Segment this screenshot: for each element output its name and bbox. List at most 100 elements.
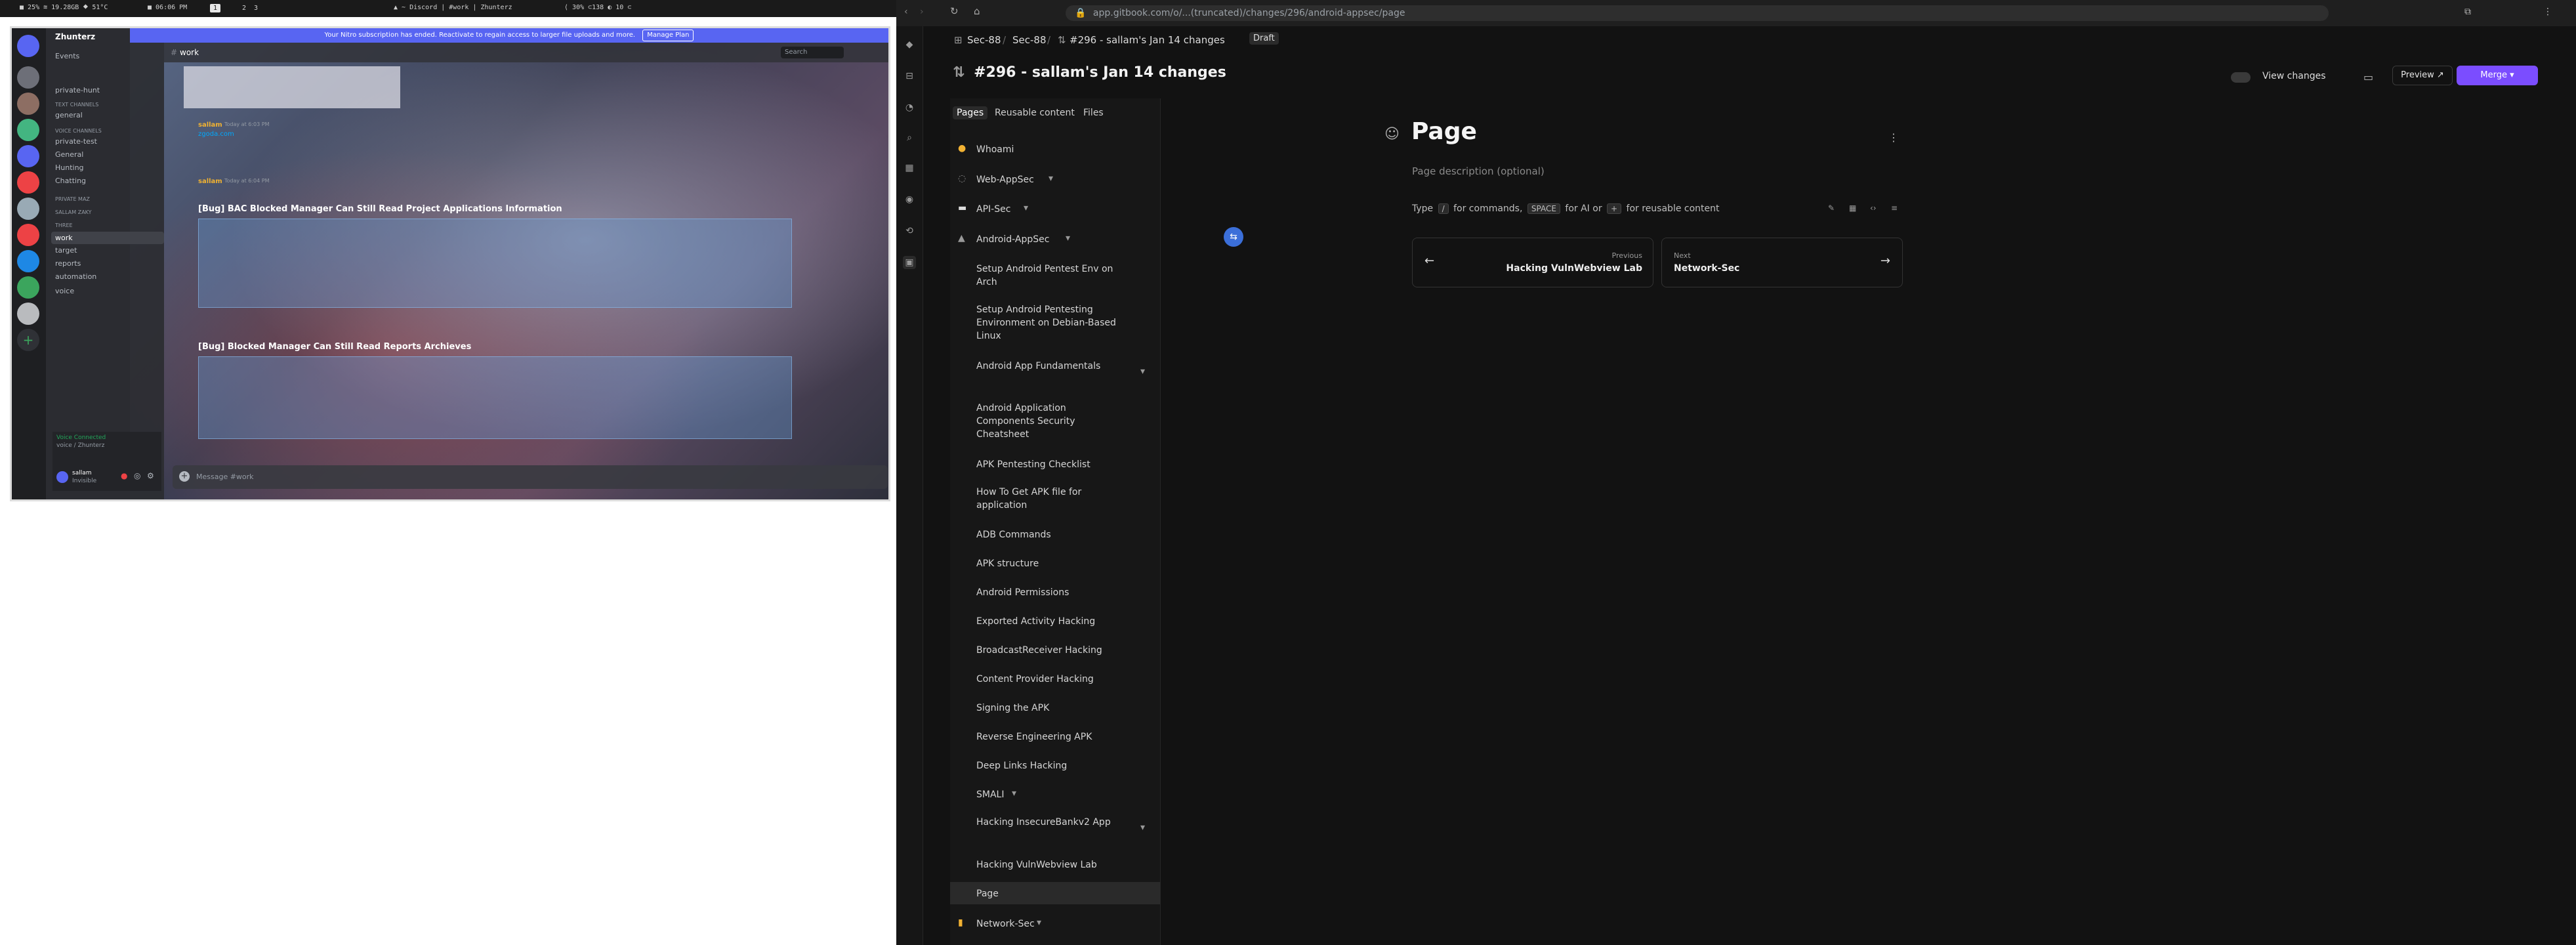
- avatar[interactable]: [56, 471, 68, 483]
- category-sallam[interactable]: Sallam Zaky: [55, 209, 92, 215]
- docs-icon[interactable]: ◉: [903, 193, 916, 206]
- chevron-down-icon[interactable]: ▾: [1140, 822, 1145, 833]
- emoji-picker-icon[interactable]: ☺: [1384, 126, 1400, 142]
- message-author[interactable]: sallam: [198, 178, 222, 185]
- nav-item[interactable]: BroadcastReceiver Hacking: [950, 644, 1160, 658]
- channel-general-voice[interactable]: General: [55, 150, 83, 159]
- nav-item[interactable]: Setup Android Pentesting Environment on …: [950, 303, 1160, 345]
- menu-icon[interactable]: ⋮: [2543, 7, 2552, 17]
- nav-item[interactable]: Android Application Components Security …: [950, 402, 1160, 444]
- book-icon[interactable]: ▣: [903, 256, 916, 269]
- back-icon[interactable]: ‹: [904, 7, 908, 17]
- server-icon[interactable]: [17, 198, 39, 220]
- category-three[interactable]: Three: [55, 222, 73, 228]
- category-voice-channels[interactable]: Voice Channels: [55, 128, 102, 134]
- view-changes-label[interactable]: View changes: [2262, 71, 2326, 81]
- message-author[interactable]: sallam: [198, 121, 222, 129]
- search-input[interactable]: Search: [781, 47, 844, 58]
- nav-item[interactable]: How To Get APK file for application: [950, 486, 1160, 514]
- nav-item-api-sec[interactable]: ▬ API-Sec ▾: [950, 203, 1160, 217]
- search-icon[interactable]: ⌕: [903, 131, 916, 144]
- previous-page-card[interactable]: ← Previous Hacking VulnWebview Lab: [1412, 238, 1653, 287]
- server-name[interactable]: Zhunterz: [55, 32, 95, 41]
- workspace-3[interactable]: 3: [251, 4, 261, 12]
- add-attachment-icon[interactable]: +: [179, 471, 190, 482]
- server-icon[interactable]: [17, 93, 39, 115]
- preview-button[interactable]: Preview ↗: [2392, 66, 2453, 85]
- nav-item[interactable]: Setup Android Pentest Env on Arch: [950, 262, 1160, 291]
- forward-icon[interactable]: ›: [920, 7, 924, 17]
- chevron-up-icon[interactable]: ▾: [1066, 233, 1070, 243]
- nav-item[interactable]: Content Provider Hacking: [950, 673, 1160, 687]
- voice-channel-name[interactable]: voice / Zhunterz: [56, 442, 104, 449]
- gitbook-logo-icon[interactable]: ◆: [903, 38, 916, 51]
- message-input[interactable]: + Message #work: [173, 465, 888, 489]
- chevron-down-icon[interactable]: ▾: [1140, 366, 1145, 377]
- channel-reports[interactable]: reports: [55, 259, 81, 268]
- edit-icon[interactable]: ✎: [1828, 203, 1835, 213]
- apps-icon[interactable]: ▦: [903, 161, 916, 175]
- mute-icon[interactable]: ●: [121, 471, 127, 480]
- sync-icon[interactable]: ⇆: [1224, 227, 1243, 247]
- history-icon[interactable]: ⟲: [903, 224, 916, 238]
- nav-item-android-appsec[interactable]: ▲ Android-AppSec ▾: [950, 233, 1160, 247]
- channel-automation[interactable]: automation: [55, 272, 96, 281]
- server-icon[interactable]: [17, 303, 39, 325]
- settings-gear-icon[interactable]: ⚙: [147, 471, 154, 480]
- server-icon[interactable]: [17, 276, 39, 299]
- comments-icon[interactable]: ▭: [2363, 71, 2373, 83]
- page-description-input[interactable]: Page description (optional): [1412, 165, 1545, 177]
- channel-private-test[interactable]: private-test: [55, 137, 97, 146]
- nav-item[interactable]: Signing the APK: [950, 702, 1160, 716]
- nav-item-network-sec[interactable]: ▮ Network-Sec ▾: [950, 917, 1160, 932]
- code-icon[interactable]: ‹›: [1870, 203, 1877, 213]
- nav-item-web-appsec[interactable]: ◌ Web-AppSec ▾: [950, 173, 1160, 188]
- message-link[interactable]: zgoda.com: [198, 131, 234, 138]
- chevron-down-icon[interactable]: ▾: [1012, 788, 1016, 799]
- channel-private-hunt[interactable]: private-hunt: [55, 86, 100, 94]
- nav-item[interactable]: Android Permissions: [950, 586, 1160, 600]
- nav-item[interactable]: APK structure: [950, 557, 1160, 572]
- nav-item[interactable]: Exported Activity Hacking: [950, 615, 1160, 629]
- nav-item-selected[interactable]: Page: [950, 882, 1160, 904]
- nav-item[interactable]: Reverse Engineering APK: [950, 730, 1160, 745]
- nav-item[interactable]: Hacking InsecureBankv2 App ▾: [950, 816, 1160, 845]
- address-bar[interactable]: 🔒 app.gitbook.com/o/...(truncated)/chang…: [1066, 5, 2329, 21]
- chevron-down-icon[interactable]: ▾: [1024, 203, 1028, 213]
- nav-item[interactable]: Hacking VulnWebview Lab: [950, 858, 1160, 873]
- channel-target[interactable]: target: [55, 246, 77, 255]
- server-icon[interactable]: [17, 66, 39, 89]
- workspace-1[interactable]: 1: [210, 4, 221, 12]
- channel-chatting[interactable]: Chatting: [55, 177, 86, 185]
- merge-button[interactable]: Merge ▾: [2457, 66, 2538, 85]
- server-icon[interactable]: [17, 250, 39, 272]
- events-link[interactable]: Events: [55, 52, 79, 60]
- server-icon[interactable]: [17, 145, 39, 167]
- editor-hint[interactable]: Type / for commands, SPACE for AI or + f…: [1412, 203, 1720, 214]
- collapse-icon[interactable]: ⊟: [903, 70, 916, 83]
- home-icon[interactable]: [17, 35, 39, 57]
- chevron-down-icon[interactable]: ▾: [1049, 173, 1053, 184]
- nav-item[interactable]: ADB Commands: [950, 528, 1160, 543]
- page-options-icon[interactable]: ⋮: [1888, 131, 1899, 144]
- image-attachment[interactable]: [184, 66, 400, 108]
- server-icon[interactable]: [17, 119, 39, 141]
- headphones-icon[interactable]: ◎: [134, 471, 140, 480]
- nav-item[interactable]: Android App Fundamentals ▾: [950, 360, 1160, 388]
- page-title[interactable]: Page: [1411, 118, 1477, 145]
- channel-voice[interactable]: voice: [55, 287, 74, 295]
- notifications-icon[interactable]: ◔: [903, 101, 916, 114]
- chevron-down-icon[interactable]: ▾: [1037, 917, 1041, 928]
- channel-hunting[interactable]: Hunting: [55, 163, 84, 172]
- server-icon[interactable]: [17, 224, 39, 246]
- nav-item[interactable]: APK Pentesting Checklist: [950, 458, 1160, 472]
- next-page-card[interactable]: Next Network-Sec →: [1661, 238, 1903, 287]
- server-icon[interactable]: [17, 171, 39, 194]
- list-icon[interactable]: ≡: [1891, 203, 1898, 213]
- table-icon[interactable]: ▦: [1849, 203, 1856, 213]
- channel-work[interactable]: work: [51, 232, 164, 244]
- nav-item-whoami[interactable]: ● Whoami: [950, 143, 1160, 158]
- nav-item[interactable]: SMALI ▾: [950, 788, 1160, 803]
- nav-item[interactable]: Deep Links Hacking: [950, 759, 1160, 774]
- workspace-2[interactable]: 2: [239, 4, 249, 12]
